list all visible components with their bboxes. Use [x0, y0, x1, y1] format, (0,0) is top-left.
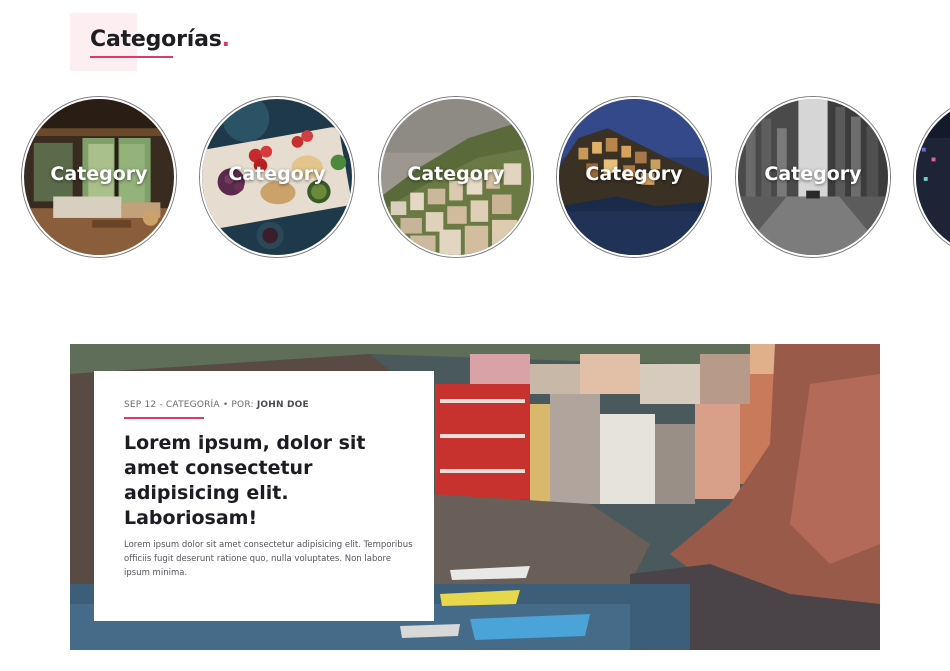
section-title: Categorías.	[90, 27, 230, 52]
category-item-2[interactable]: Category	[200, 97, 354, 257]
post-date: SEP 12	[124, 400, 157, 410]
category-label: Category	[585, 163, 683, 185]
section-title-dot: .	[221, 27, 230, 52]
post-card: SEP 12 - CATEGORÍA • POR: JOHN DOE Lorem…	[94, 371, 434, 621]
post-author[interactable]: JOHN DOE	[257, 400, 309, 410]
category-item-4[interactable]: Category	[557, 97, 711, 257]
category-label: Category	[407, 163, 505, 185]
page: Categorías. Category Category Category C…	[0, 0, 950, 671]
meta-underline	[124, 417, 204, 419]
category-label: Category	[50, 163, 148, 185]
post-title[interactable]: Lorem ipsum, dolor sit amet consectetur …	[124, 431, 414, 531]
category-label: C	[916, 163, 950, 185]
post-meta: SEP 12 - CATEGORÍA • POR: JOHN DOE	[124, 400, 309, 410]
category-item-5[interactable]: Category	[736, 97, 890, 257]
post-excerpt: Lorem ipsum dolor sit amet consectetur a…	[124, 540, 413, 578]
category-label: Category	[228, 163, 326, 185]
category-item-1[interactable]: Category	[22, 97, 176, 257]
section-title-text: Categorías	[90, 27, 222, 52]
category-label: Category	[764, 163, 862, 185]
heading-underline	[90, 56, 173, 58]
post-category-link[interactable]: CATEGORÍA	[166, 400, 220, 410]
featured-post[interactable]: SEP 12 - CATEGORÍA • POR: JOHN DOE Lorem…	[70, 344, 880, 650]
category-item-6[interactable]: C	[914, 97, 950, 257]
post-by-label: POR:	[231, 400, 254, 410]
category-item-3[interactable]: Category	[379, 97, 533, 257]
